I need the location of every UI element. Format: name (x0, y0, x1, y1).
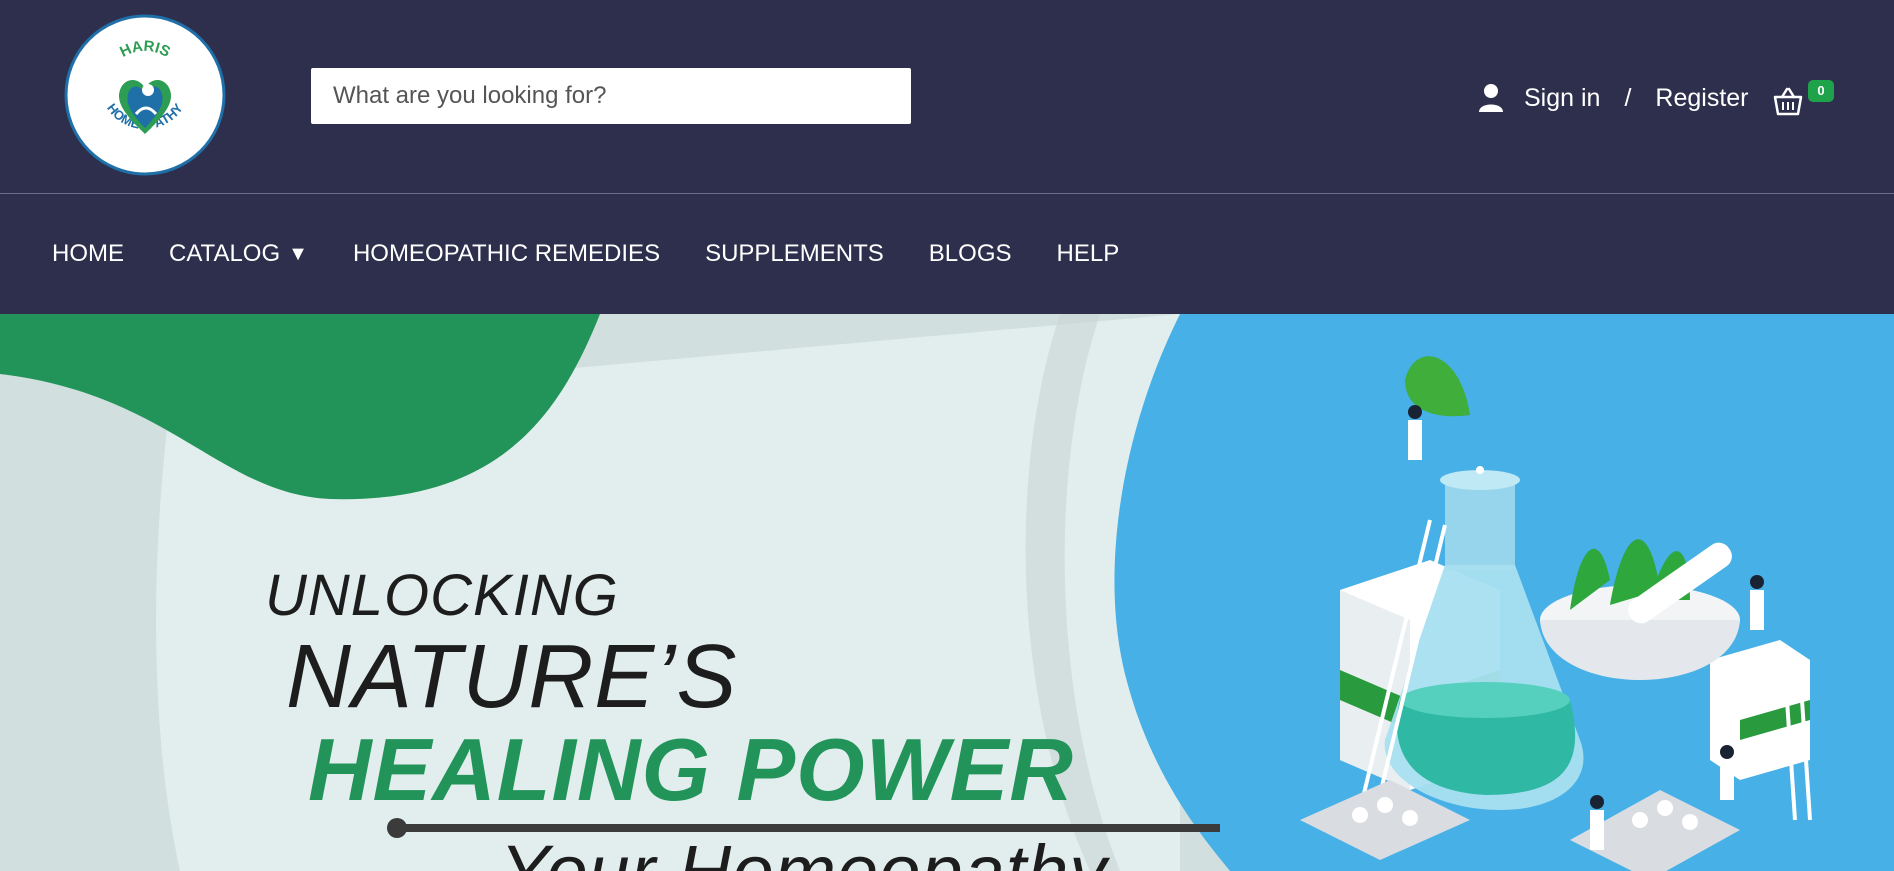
sign-in-link[interactable]: Sign in (1524, 84, 1600, 113)
nav-item-label: HOME (52, 240, 124, 267)
user-icon (1479, 84, 1503, 112)
nav-item-blogs[interactable]: BLOGS (929, 240, 1012, 268)
hero-divider-dot (387, 818, 407, 838)
account-separator: / (1624, 83, 1632, 112)
nav-item-label: HELP (1056, 240, 1120, 267)
cart-count-badge: 0 (1808, 80, 1834, 102)
nav-item-label: HOMEOPATHIC REMEDIES (352, 240, 661, 267)
nav-item-catalog[interactable]: CATALOG ▼ (169, 240, 308, 268)
nav-item-label: BLOGS (928, 240, 1012, 267)
nav-item-label: SUPPLEMENTS (705, 240, 884, 267)
nav-item-label: CATALOG (169, 240, 281, 267)
hero-banner[interactable]: UNLOCKING NATURE’S HEALING POWER Your Ho… (0, 314, 1894, 871)
nav-item-home[interactable]: HOME (52, 240, 124, 268)
nav-item-supplements[interactable]: SUPPLEMENTS (705, 240, 884, 268)
hero-headline-line-2: NATURE’S (286, 627, 738, 727)
register-link[interactable]: Register (1655, 84, 1748, 113)
logo-emblem: HARIS HOMEOPATHY (64, 14, 226, 176)
account-links: Sign in / Register (1478, 78, 1749, 118)
basket-icon (1773, 87, 1803, 116)
lab-illustration (1300, 356, 1812, 871)
cart-button[interactable]: 0 (1772, 80, 1834, 120)
nav-item-homeopathic-remedies[interactable]: HOMEOPATHIC REMEDIES (353, 240, 660, 268)
nav-item-help[interactable]: HELP (1057, 240, 1120, 268)
search-input[interactable] (311, 68, 911, 124)
main-navigation: HOME CATALOG ▼ HOMEOPATHIC REMEDIES SUPP… (0, 194, 1894, 314)
hero-headline-line-4: Your Homeopathy (500, 829, 1107, 871)
chevron-down-icon: ▼ (288, 242, 308, 265)
site-header: HARIS HOMEOPATHY Sign in / Register 0 (0, 0, 1894, 194)
hero-headline-line-3: HEALING POWER (308, 720, 1074, 819)
brand-logo[interactable]: HARIS HOMEOPATHY (64, 14, 226, 176)
hero-headline-line-1: UNLOCKING (265, 563, 619, 628)
